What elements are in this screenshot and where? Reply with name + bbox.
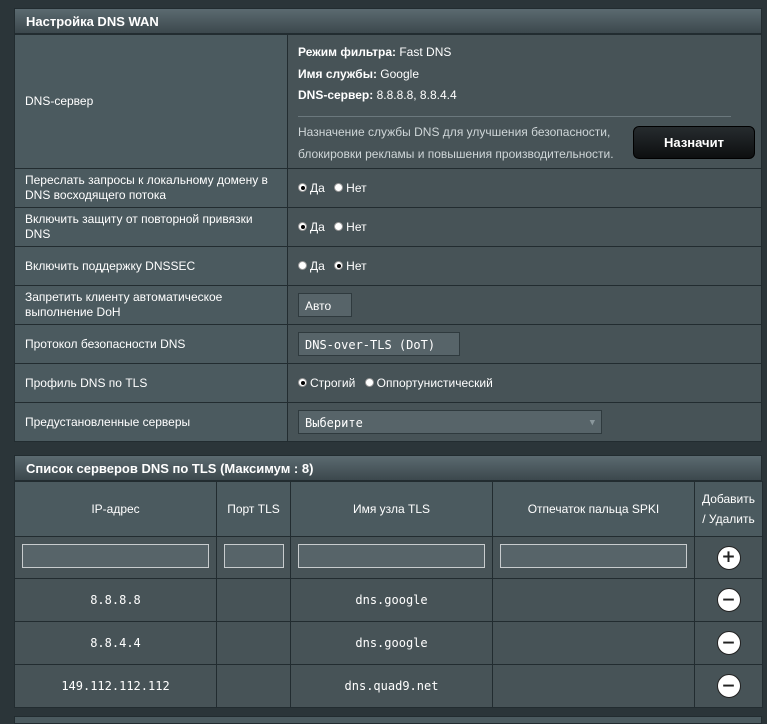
forward-local-label: Переслать запросы к локальному домену вD… — [14, 168, 288, 208]
row-ip: 8.8.8.8 — [14, 578, 217, 622]
preset-label: Предустановленные серверы — [14, 402, 288, 442]
rebind-label: Включить защиту от повторной привязки DNS — [14, 207, 288, 247]
tls-list-panel: Список серверов DNS по TLS (Максимум : 8… — [14, 455, 763, 708]
row-host: dns.google — [290, 578, 493, 622]
service-name-value: Google — [376, 66, 419, 81]
preset-cell: Выберите ▼ — [287, 402, 762, 442]
row-port — [216, 664, 291, 708]
rebind-yes-radio[interactable]: Да — [298, 220, 325, 234]
assign-button[interactable]: Назначит — [633, 126, 755, 159]
dns-server-ip-label: DNS-сервер: — [298, 88, 374, 102]
dns-server-cell: Режим фильтра: Fast DNS Имя службы: Goog… — [287, 34, 762, 169]
doh-cell: Авто — [287, 285, 762, 325]
tls-profile-strict-radio[interactable]: Строгий — [298, 376, 355, 390]
new-entry-row: + — [14, 536, 763, 579]
rebind-no-radio[interactable]: Нет — [334, 220, 367, 234]
row-ip: 149.112.112.112 — [14, 664, 217, 708]
plus-circle-icon[interactable]: + — [716, 545, 741, 570]
protocol-label: Протокол безопасности DNS — [14, 324, 288, 364]
dns-description-line1: Назначение службы DNS для улучшения безо… — [298, 125, 611, 139]
col-action: Добавить / Удалить — [694, 481, 763, 537]
forward-local-yes-radio[interactable]: Да — [298, 181, 325, 195]
filter-mode-value: Fast DNS — [396, 45, 452, 59]
forward-local-no-radio[interactable]: Нет — [334, 181, 367, 195]
chevron-down-icon: ▼ — [589, 418, 595, 428]
doh-select[interactable]: Авто — [298, 293, 352, 317]
minus-circle-icon[interactable]: − — [716, 674, 741, 698]
row-ip: 8.8.4.4 — [14, 621, 217, 665]
tls-profile-label: Профиль DNS по TLS — [14, 363, 288, 403]
port-input[interactable] — [223, 544, 284, 568]
host-input[interactable] — [298, 544, 485, 568]
protocol-cell: DNS-over-TLS (DoT) — [287, 324, 762, 364]
service-name-label: Имя службы: — [298, 66, 377, 81]
tls-list-title: Список серверов DNS по TLS (Максимум : 8… — [14, 455, 762, 481]
spki-input[interactable] — [500, 544, 687, 568]
table-row: 149.112.112.112 dns.quad9.net − — [14, 664, 763, 708]
row-port — [216, 621, 291, 665]
preset-select[interactable]: Выберите ▼ — [298, 410, 602, 434]
table-row: 8.8.4.4 dns.google − — [14, 621, 763, 665]
col-ip: IP-адрес — [14, 481, 217, 537]
minus-circle-icon[interactable]: − — [716, 631, 741, 655]
row-spki — [492, 578, 695, 622]
row-host: dns.google — [290, 621, 493, 665]
col-host: Имя узла TLS — [290, 481, 493, 537]
dnssec-options: Да Нет — [287, 246, 762, 286]
filter-mode-label: Режим фильтра: — [298, 45, 397, 59]
row-host: dns.quad9.net — [290, 664, 493, 708]
ip-input[interactable] — [22, 544, 209, 568]
dns-description-line2: блокировки рекламы и повышения производи… — [298, 147, 614, 161]
row-spki — [492, 664, 695, 708]
dnssec-no-radio[interactable]: Нет — [334, 259, 367, 273]
row-spki — [492, 621, 695, 665]
dns-wan-panel: Настройка DNS WAN DNS-сервер Режим фильт… — [14, 8, 762, 442]
tls-profile-options: Строгий Оппортунистический — [287, 363, 762, 403]
tls-profile-opportunistic-radio[interactable]: Оппортунистический — [364, 376, 493, 390]
rebind-options: Да Нет — [287, 207, 762, 247]
dns-server-label: DNS-сервер — [14, 34, 288, 169]
protocol-select[interactable]: DNS-over-TLS (DoT) — [298, 332, 460, 356]
dnssec-yes-radio[interactable]: Да — [298, 259, 325, 273]
col-spki: Отпечаток пальца SPKI — [492, 481, 695, 537]
table-row: 8.8.8.8 dns.google − — [14, 578, 763, 622]
next-panel-edge — [14, 716, 762, 724]
separator — [298, 116, 731, 117]
col-port: Порт TLS — [216, 481, 291, 537]
minus-circle-icon[interactable]: − — [716, 588, 741, 612]
dnssec-label: Включить поддержку DNSSEC — [14, 246, 288, 286]
doh-label: Запретить клиенту автоматическое выполнен… — [14, 285, 288, 325]
dns-wan-title: Настройка DNS WAN — [14, 8, 762, 34]
forward-local-options: Да Нет — [287, 168, 762, 208]
dns-server-ip-value: 8.8.8.8, 8.8.4.4 — [373, 88, 457, 102]
row-port — [216, 578, 291, 622]
